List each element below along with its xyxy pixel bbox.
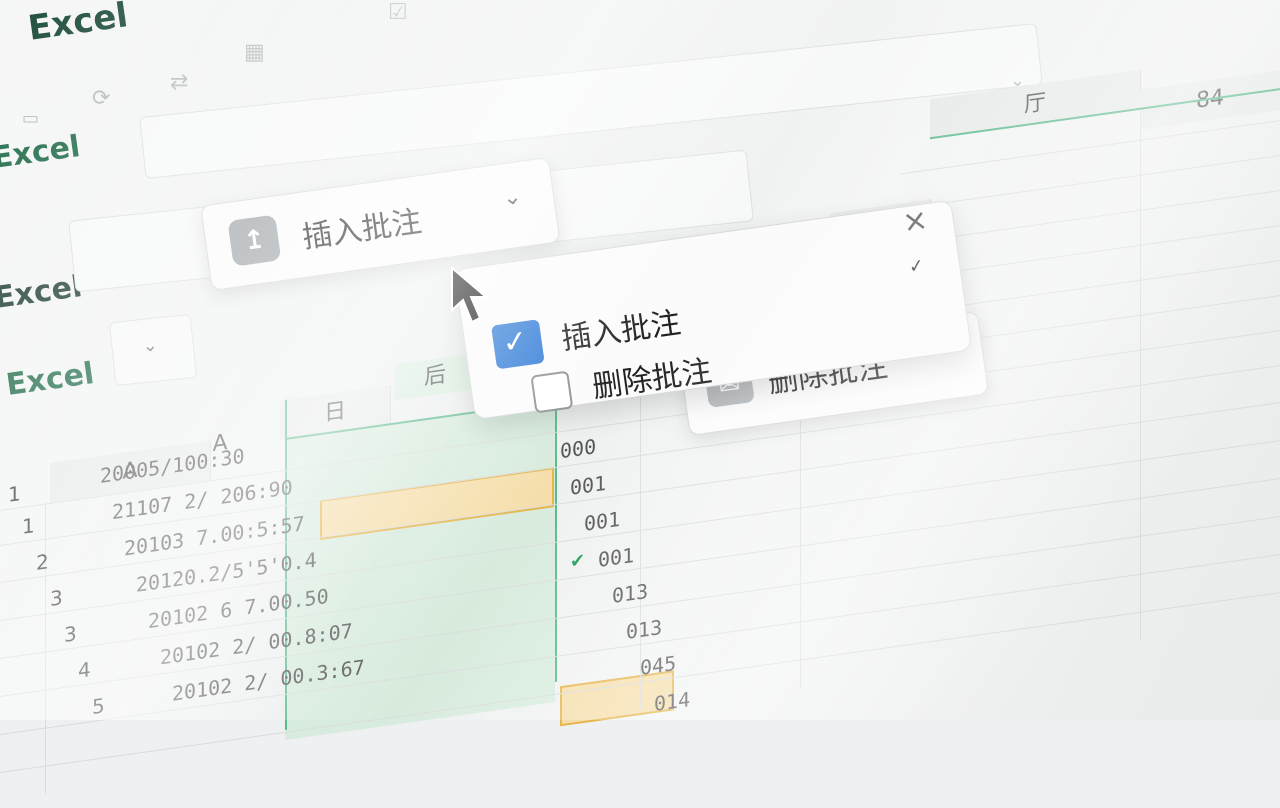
row-number: 1: [22, 513, 35, 539]
row-number: 4: [78, 657, 91, 684]
code-cell[interactable]: 001: [598, 543, 634, 572]
row-number: 2: [36, 549, 49, 575]
menu-item-insert-label[interactable]: 插入批注: [558, 298, 683, 358]
code-cell[interactable]: 000: [560, 434, 596, 463]
insert-comment-label: 插入批注: [300, 204, 424, 256]
checkmark-icon: ✓: [500, 323, 531, 362]
row-number: 3: [64, 621, 77, 648]
col-divider: [45, 503, 46, 794]
row-divider: [900, 155, 1280, 210]
check-mark-icon: ✔: [570, 549, 586, 573]
close-icon[interactable]: ×: [900, 202, 930, 240]
chevron-down-icon[interactable]: ⌄: [501, 184, 523, 211]
code-cell[interactable]: 001: [570, 471, 606, 500]
menu-item-delete-checkbox[interactable]: [530, 370, 574, 414]
menu-item-insert-checkbox[interactable]: ✓: [491, 319, 545, 370]
comment-icon: ↥: [227, 214, 282, 267]
code-cell[interactable]: 001: [584, 507, 620, 536]
row-divider: [900, 190, 1280, 245]
column-header-label: 厅: [1023, 89, 1046, 119]
mouse-cursor-icon: [451, 266, 489, 324]
code-cell[interactable]: 045: [640, 651, 676, 680]
column-header-label: 日: [323, 398, 346, 427]
code-cell[interactable]: 013: [626, 615, 662, 644]
code-cell[interactable]: 014: [654, 687, 690, 716]
column-header-ting[interactable]: 厅: [930, 69, 1141, 140]
row-number: 3: [50, 585, 63, 611]
column-header-hou[interactable]: 后: [395, 353, 476, 401]
col-divider: [1140, 109, 1141, 640]
selected-check-icon: ✓: [907, 255, 926, 279]
column-header-label: 后: [423, 362, 446, 391]
row-number: 5: [92, 693, 105, 720]
row-number: 1: [8, 481, 21, 507]
code-cell[interactable]: 013: [612, 579, 648, 608]
